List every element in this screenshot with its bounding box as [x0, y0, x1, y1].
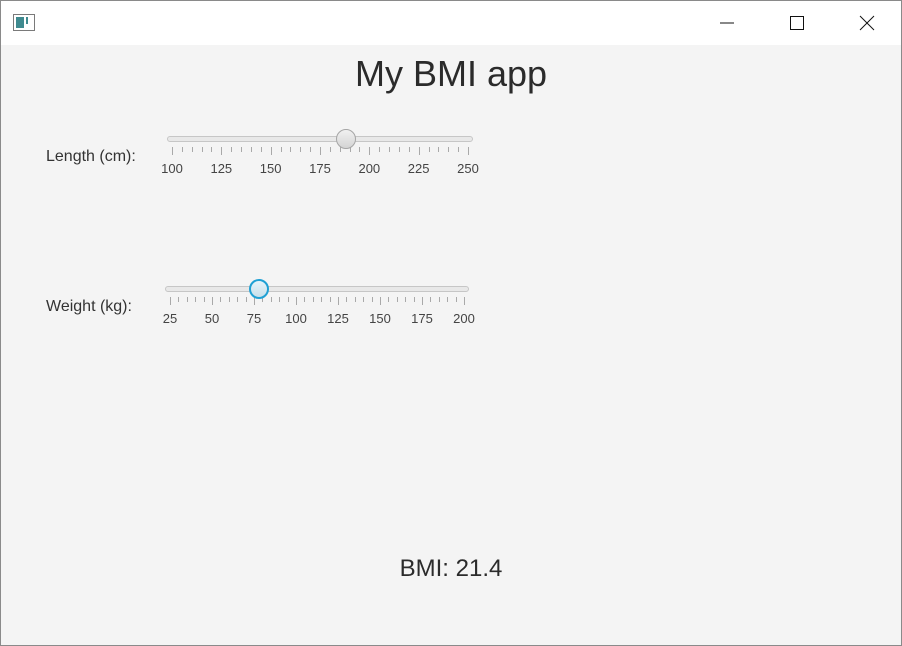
length-minor-tick — [250, 147, 252, 152]
length-major-tick — [320, 147, 321, 155]
length-minor-tick — [211, 147, 213, 152]
length-slider[interactable]: 100 125 150 175 200 225 250 — [161, 129, 479, 177]
weight-major-tick — [170, 297, 171, 305]
weight-tick-label: 150 — [369, 311, 391, 326]
length-slider-thumb[interactable] — [335, 129, 356, 149]
length-tick-label: 250 — [457, 161, 479, 176]
app-icon — [13, 14, 35, 31]
weight-minor-tick — [304, 297, 306, 302]
length-minor-tick — [241, 147, 243, 152]
weight-tick-label: 200 — [453, 311, 475, 326]
weight-slider-track[interactable] — [165, 286, 469, 292]
length-label: Length (cm): — [46, 148, 136, 165]
title-bar[interactable] — [1, 1, 901, 45]
weight-slider-thumb[interactable] — [249, 279, 270, 299]
length-major-tick — [468, 147, 469, 155]
length-minor-tick — [389, 147, 391, 152]
maximize-icon — [790, 16, 804, 30]
length-minor-tick — [359, 147, 361, 152]
weight-minor-tick — [186, 297, 188, 302]
weight-minor-tick — [363, 297, 365, 302]
weight-minor-tick — [371, 297, 373, 302]
weight-minor-tick — [279, 297, 281, 302]
weight-minor-tick — [237, 297, 239, 302]
weight-tick-label: 75 — [246, 311, 262, 326]
length-minor-tick — [290, 147, 292, 152]
weight-major-tick — [464, 297, 465, 305]
close-button[interactable] — [844, 1, 890, 45]
length-minor-tick — [310, 147, 312, 152]
length-tick-label: 175 — [309, 161, 331, 176]
length-major-tick — [221, 147, 223, 155]
length-major-tick — [270, 147, 272, 155]
length-slider-track[interactable] — [167, 136, 473, 142]
app-window: My BMI app Length (cm): 100 125 150 175 200 2… — [0, 0, 902, 646]
weight-tick-label: 175 — [411, 311, 433, 326]
length-minor-tick — [458, 147, 460, 152]
weight-minor-tick — [203, 297, 205, 302]
length-major-tick — [369, 147, 371, 155]
weight-minor-tick — [405, 297, 407, 302]
length-tick-label: 225 — [407, 161, 430, 176]
minimize-icon — [720, 22, 734, 24]
weight-tick-label: 125 — [327, 311, 349, 326]
weight-minor-tick — [220, 297, 222, 302]
weight-major-tick — [212, 297, 213, 305]
weight-minor-tick — [228, 297, 230, 302]
length-tick-label: 100 — [161, 161, 183, 176]
weight-minor-tick — [321, 297, 323, 302]
weight-major-tick — [422, 297, 423, 305]
length-minor-tick — [438, 147, 440, 152]
length-major-tick — [172, 147, 173, 155]
length-tick-label: 125 — [210, 161, 233, 176]
weight-minor-tick — [195, 297, 197, 302]
weight-tick-label: 25 — [162, 311, 178, 326]
length-minor-tick — [231, 147, 233, 152]
length-minor-tick — [398, 147, 400, 152]
weight-minor-tick — [388, 297, 390, 302]
weight-minor-tick — [178, 297, 180, 302]
weight-minor-tick — [413, 297, 415, 302]
length-minor-tick — [379, 147, 381, 152]
maximize-button[interactable] — [774, 1, 820, 45]
length-minor-tick — [260, 147, 262, 152]
length-tick-label: 150 — [259, 161, 282, 176]
length-minor-tick — [329, 147, 331, 152]
main-content: My BMI app Length (cm): 100 125 150 175 200 2… — [1, 45, 901, 645]
close-icon — [859, 15, 875, 31]
length-minor-tick — [191, 147, 193, 152]
minimize-button[interactable] — [704, 1, 750, 45]
weight-major-tick — [380, 297, 381, 305]
weight-minor-tick — [245, 297, 247, 302]
weight-minor-tick — [447, 297, 449, 302]
weight-minor-tick — [346, 297, 348, 302]
weight-minor-tick — [312, 297, 314, 302]
length-minor-tick — [448, 147, 450, 152]
length-major-tick — [418, 147, 420, 155]
weight-minor-tick — [430, 297, 432, 302]
length-minor-tick — [408, 147, 410, 152]
length-minor-tick — [201, 147, 203, 152]
weight-slider[interactable]: 25 50 75 100 125 150 175 200 — [162, 279, 475, 327]
weight-minor-tick — [455, 297, 457, 302]
weight-minor-tick — [270, 297, 272, 302]
weight-major-tick — [338, 297, 339, 305]
weight-tick-label: 50 — [204, 311, 220, 326]
length-minor-tick — [300, 147, 302, 152]
weight-minor-tick — [396, 297, 398, 302]
length-minor-tick — [181, 147, 183, 152]
weight-label: Weight (kg): — [46, 298, 132, 315]
weight-minor-tick — [329, 297, 331, 302]
page-title: My BMI app — [354, 53, 548, 94]
length-minor-tick — [428, 147, 430, 152]
bmi-result: BMI: 21.4 — [399, 555, 503, 582]
length-tick-label: 200 — [358, 161, 381, 176]
weight-major-tick — [296, 297, 297, 305]
weight-tick-label: 100 — [285, 311, 307, 326]
length-minor-tick — [280, 147, 282, 152]
weight-minor-tick — [287, 297, 289, 302]
weight-minor-tick — [354, 297, 356, 302]
weight-minor-tick — [438, 297, 440, 302]
